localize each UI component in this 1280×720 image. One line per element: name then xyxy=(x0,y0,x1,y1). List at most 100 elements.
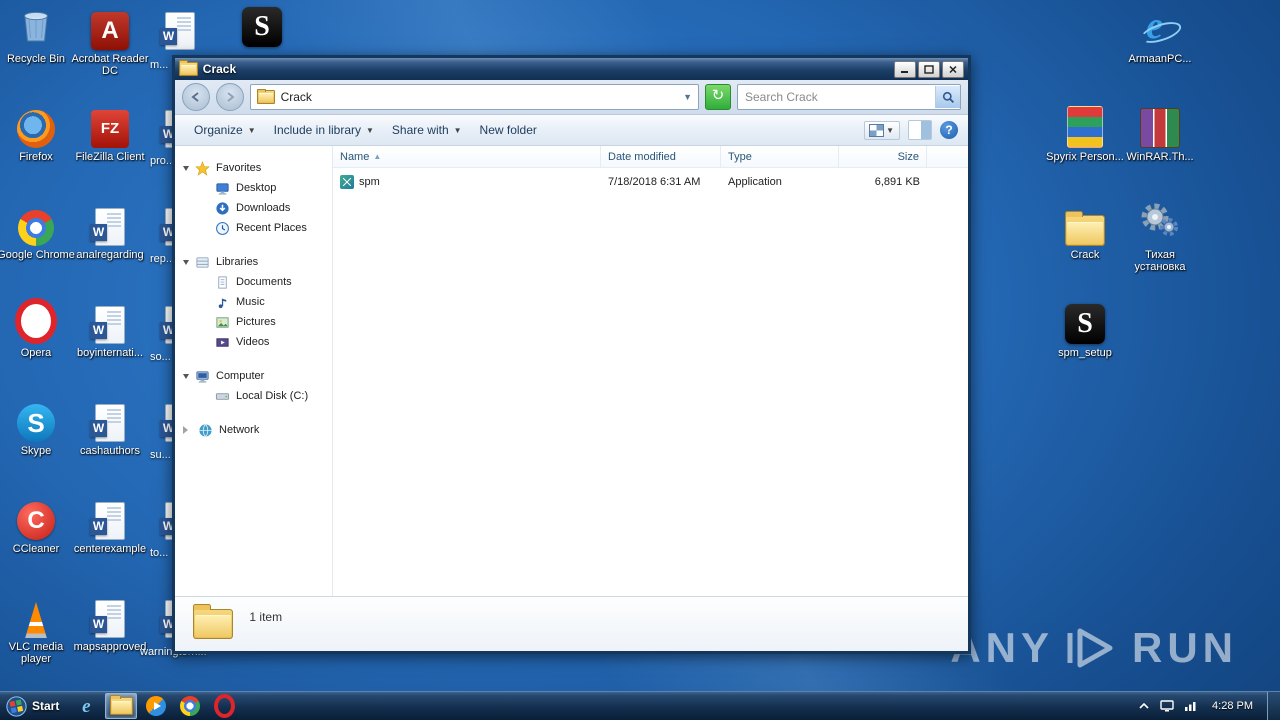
spm-app-icon xyxy=(242,7,282,47)
libraries-icon xyxy=(196,256,209,268)
sidebar-item-recent-places[interactable]: Recent Places xyxy=(175,218,332,238)
taskbar-clock[interactable]: 4:28 PM xyxy=(1208,700,1257,712)
opera-icon xyxy=(15,298,57,344)
network-globe-icon xyxy=(199,423,212,437)
sidebar-item-pictures[interactable]: Pictures xyxy=(175,312,332,332)
desktop-icon-analregarding[interactable]: analregarding xyxy=(68,204,152,261)
close-button[interactable] xyxy=(942,60,964,78)
sidebar-item-network[interactable]: Network xyxy=(175,420,332,440)
desktop-icon-spm-setup[interactable]: spm_setup xyxy=(1043,302,1127,359)
search-icon[interactable] xyxy=(935,86,960,108)
desktop-icon-mapsapproved[interactable]: mapsapproved xyxy=(68,596,152,653)
address-breadcrumb[interactable]: Crack xyxy=(281,90,312,104)
desktop-icon-partial-1[interactable] xyxy=(146,8,214,53)
sidebar-item-documents[interactable]: Documents xyxy=(175,272,332,292)
desktop-icon-ccleaner[interactable]: CCleaner xyxy=(0,498,78,555)
back-button[interactable] xyxy=(182,83,210,111)
sidebar-item-libraries[interactable]: Libraries xyxy=(175,252,332,272)
address-bar[interactable]: Crack ▼ xyxy=(250,84,699,110)
column-header-size[interactable]: Size xyxy=(839,146,927,167)
desktop-icon-cashauthors[interactable]: cashauthors xyxy=(68,400,152,457)
desktop-icon-armaanpc[interactable]: ArmaanPC... xyxy=(1118,6,1202,65)
taskbar-media-player-button[interactable] xyxy=(141,694,171,718)
sidebar-item-downloads[interactable]: Downloads xyxy=(175,198,332,218)
show-desktop-button[interactable] xyxy=(1267,692,1280,720)
filezilla-icon xyxy=(91,110,129,148)
word-document-icon xyxy=(160,12,195,50)
gears-icon xyxy=(1139,199,1181,246)
change-view-button[interactable]: ▼ xyxy=(864,120,900,140)
desktop-icon-crack-folder[interactable]: Crack xyxy=(1043,204,1127,261)
expander-icon[interactable] xyxy=(183,260,189,268)
desktop-icon-winrar[interactable]: WinRAR.Th... xyxy=(1118,106,1202,163)
help-button[interactable] xyxy=(940,121,958,139)
recent-places-clock-icon xyxy=(216,221,229,235)
desktop-icon-vlc[interactable]: VLC media player xyxy=(0,596,78,665)
sidebar-item-videos[interactable]: Videos xyxy=(175,332,332,352)
column-header-name[interactable]: Name ▲ xyxy=(333,146,601,167)
new-folder-button[interactable]: New folder xyxy=(471,119,546,141)
file-row-spm[interactable]: spm 7/18/2018 6:31 AM Application 6,891 … xyxy=(333,172,968,192)
system-tray: 4:28 PM xyxy=(1138,692,1280,720)
navigation-pane: Favorites Desktop Downloads Recent Place… xyxy=(175,146,333,596)
desktop-icon-centerexample[interactable]: centerexample xyxy=(68,498,152,555)
file-date-modified: 7/18/2018 6:31 AM xyxy=(608,176,701,188)
sidebar-item-music[interactable]: Music xyxy=(175,292,332,312)
expander-icon[interactable] xyxy=(183,166,189,174)
documents-icon xyxy=(218,275,227,289)
application-icon xyxy=(340,175,354,189)
folder-icon xyxy=(109,694,134,716)
organize-button[interactable]: Organize ▼ xyxy=(185,119,265,141)
winrar-icon xyxy=(1140,108,1180,148)
desktop-icon-spyrix[interactable]: Spyrix Person... xyxy=(1043,106,1127,163)
sidebar-item-favorites[interactable]: Favorites xyxy=(175,158,332,178)
address-dropdown-icon[interactable]: ▼ xyxy=(683,92,692,102)
vlc-icon xyxy=(25,602,47,638)
media-player-icon xyxy=(146,696,167,716)
desktop-icon-firefox[interactable]: Firefox xyxy=(0,106,78,163)
tray-icon-1[interactable] xyxy=(1160,700,1174,712)
desktop-icon-boyinternati[interactable]: boyinternati... xyxy=(68,302,152,359)
column-header-date-modified[interactable]: Date modified xyxy=(601,146,721,167)
desktop-icon-spm-top[interactable] xyxy=(228,5,296,50)
internet-explorer-icon: e xyxy=(82,695,91,717)
firefox-icon xyxy=(17,110,55,148)
sidebar-item-computer[interactable]: Computer xyxy=(175,366,332,386)
desktop-icon-recycle-bin[interactable]: Recycle Bin xyxy=(0,8,78,65)
file-size: 6,891 KB xyxy=(874,176,920,188)
desktop-icon-filezilla[interactable]: FileZilla Client xyxy=(68,106,152,163)
search-input[interactable] xyxy=(738,90,935,104)
search-box xyxy=(737,84,961,110)
show-hidden-icons-button[interactable] xyxy=(1138,702,1150,710)
preview-pane-button[interactable] xyxy=(908,120,932,140)
include-in-library-button[interactable]: Include in library ▼ xyxy=(265,119,383,141)
refresh-button[interactable]: ↻ xyxy=(705,84,731,110)
desktop-icon-silent-install[interactable]: Тихая установка xyxy=(1118,203,1202,273)
desktop-icon-skype[interactable]: Skype xyxy=(0,400,78,457)
anyrun-watermark: ANY RUN xyxy=(950,624,1238,672)
desktop-icon-google-chrome[interactable]: Google Chrome xyxy=(0,204,78,261)
taskbar-explorer-button[interactable] xyxy=(105,693,138,719)
sidebar-item-local-disk-c[interactable]: Local Disk (C:) xyxy=(175,386,332,406)
window-titlebar[interactable]: Crack xyxy=(175,58,968,80)
column-header-type[interactable]: Type xyxy=(721,146,839,167)
expander-icon[interactable] xyxy=(183,426,192,434)
taskbar-ie-button[interactable]: e xyxy=(71,694,101,718)
start-button[interactable]: Start xyxy=(0,692,69,720)
forward-button[interactable] xyxy=(216,83,244,111)
desktop-icon-opera[interactable]: Opera xyxy=(0,298,78,359)
tray-network-icon[interactable] xyxy=(1184,700,1198,712)
window-title: Crack xyxy=(202,62,237,76)
downloads-icon xyxy=(216,201,229,215)
partial-label-4: so... xyxy=(150,351,171,363)
desktop-icon-acrobat[interactable]: Acrobat Reader DC xyxy=(68,8,152,77)
share-with-button[interactable]: Share with ▼ xyxy=(383,119,471,141)
sidebar-item-desktop[interactable]: Desktop xyxy=(175,178,332,198)
spm-app-icon xyxy=(1065,304,1105,344)
expander-icon[interactable] xyxy=(183,374,189,382)
minimize-button[interactable] xyxy=(894,60,916,78)
maximize-button[interactable] xyxy=(918,60,940,78)
taskbar-chrome-button[interactable] xyxy=(175,694,205,718)
taskbar-opera-button[interactable] xyxy=(209,694,239,718)
explorer-window: Crack Crack ▼ ↻ Search Crack Organize ▼ … xyxy=(172,55,971,654)
